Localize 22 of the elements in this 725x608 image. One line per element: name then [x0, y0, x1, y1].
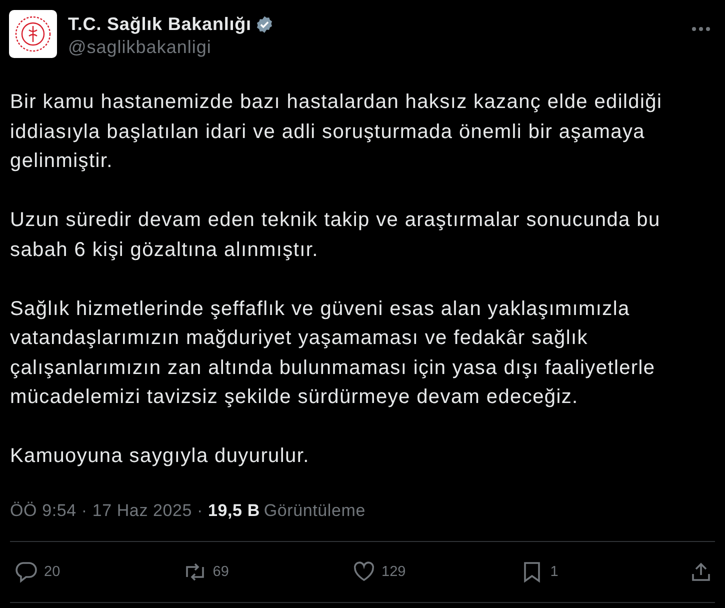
action-count: 20	[44, 564, 60, 580]
account-handle[interactable]: @saglikbakanligi	[68, 37, 691, 58]
tweet-paragraph: Uzun süredir devam eden teknik takip ve araştırmalar sonucunda bu sabah 6 kişi gözaltına alınmıştır.	[10, 208, 662, 262]
heart-icon[interactable]	[352, 560, 376, 584]
more-icon[interactable]	[691, 26, 711, 32]
action-count: 1	[550, 564, 558, 580]
action-count: 129	[382, 564, 406, 580]
reply-icon[interactable]	[14, 560, 38, 584]
view-count: 19,5 B	[208, 501, 260, 521]
tweet-paragraph: Bir kamu hastanemizde bazı hastalardan haksız kazanç elde edildiği iddiasıyla başlatılan idari ve adli soruşturmada önemli bir aşamaya gelinmiştir.	[10, 90, 664, 174]
tweet-paragraph: Sağlık hizmetlerinde şeffaflık ve güveni esas alan yaklaşımımızla vatandaşlarımızın mağduriyet yaşamaması ve fedakâr sağlık çalışanlarımızın zan altında bulunmaması için yasa dışı faaliyetlerle mücadelemizi tavizsiz şekilde sürdürmeye devam edeceğiz.	[10, 296, 656, 410]
separator-dot: ·	[197, 501, 204, 521]
account-name[interactable]: T.C. Sağlık Bakanlığı	[68, 14, 252, 35]
post-time[interactable]: ÖÖ 9:54	[10, 501, 76, 521]
emblem-icon	[13, 14, 53, 54]
share-icon[interactable]	[689, 560, 713, 584]
action-count: 69	[212, 564, 229, 580]
post-date[interactable]: 17 Haz 2025	[92, 501, 192, 521]
separator-dot: ·	[81, 501, 88, 521]
tweet-paragraph: Kamuoyuna saygıyla duyurulur.	[10, 444, 310, 469]
avatar[interactable]	[9, 10, 57, 58]
views-label: Görüntüleme	[264, 501, 366, 521]
